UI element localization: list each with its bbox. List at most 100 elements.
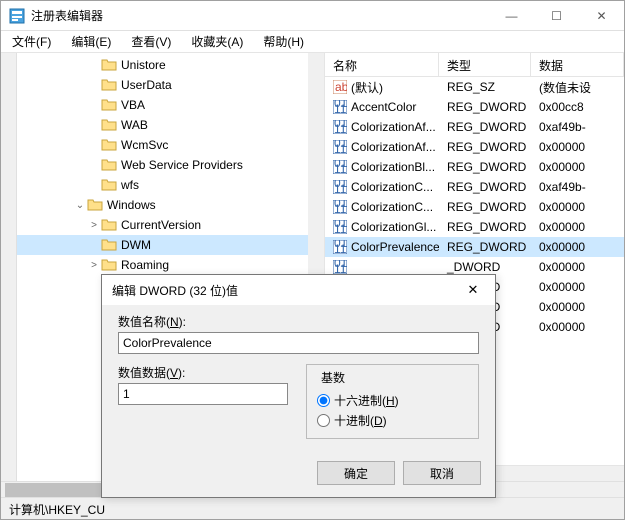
titlebar[interactable]: 注册表编辑器 — ☐ ✕ [1,1,624,31]
value-type-cell: REG_SZ [439,80,531,94]
menu-bar: 文件(F) 编辑(E) 查看(V) 收藏夹(A) 帮助(H) [1,31,624,53]
folder-icon [101,57,117,73]
value-data-cell: 0x00000 [531,280,624,294]
base-fieldset: 基数 十六进制(H) 十进制(D) [306,364,479,439]
tree-node-label: VBA [121,98,145,112]
radix-dec-radio[interactable] [317,414,330,427]
value-type-cell: REG_DWORD [439,160,531,174]
value-data-cell: 0x00000 [531,140,624,154]
tree-toggle-icon[interactable]: ⌄ [73,200,87,211]
menu-edit[interactable]: 编辑(E) [65,31,117,52]
radix-hex-row[interactable]: 十六进制(H) [317,390,468,410]
tree-node[interactable]: wfs [17,175,324,195]
dialog-close-button[interactable]: ✕ [461,282,485,298]
value-data-input[interactable] [118,383,288,405]
svg-text:110: 110 [334,262,347,274]
tree-node-label: UserData [121,78,172,92]
menu-favorites[interactable]: 收藏夹(A) [185,31,249,52]
folder-icon [101,77,117,93]
tree-node-label: WAB [121,118,148,132]
tree-node[interactable]: UserData [17,75,324,95]
value-name-label: 数值名称(N): [118,313,479,330]
left-scrollbar[interactable] [1,53,17,481]
dialog-title-text: 编辑 DWORD (32 位)值 [112,282,461,299]
folder-icon [101,257,117,273]
list-row[interactable]: 011110ColorizationC...REG_DWORD0xaf49b- [325,177,624,197]
close-button[interactable]: ✕ [579,1,624,30]
minimize-button[interactable]: — [489,1,534,30]
binary-value-icon: 011110 [333,200,347,214]
list-row[interactable]: 011110ColorizationAf...REG_DWORD0xaf49b- [325,117,624,137]
tree-node[interactable]: WAB [17,115,324,135]
list-row[interactable]: 011110AccentColorREG_DWORD0x00cc8 [325,97,624,117]
tree-node[interactable]: DWM [17,235,324,255]
tree-node-label: wfs [121,178,139,192]
string-value-icon: ab [333,80,347,94]
dialog-titlebar[interactable]: 编辑 DWORD (32 位)值 ✕ [102,275,495,305]
value-data-cell: 0x00000 [531,300,624,314]
folder-icon [101,137,117,153]
value-name-input[interactable] [118,332,479,354]
svg-text:110: 110 [334,102,347,114]
status-bar: 计算机\HKEY_CU [1,497,624,519]
list-row[interactable]: ab(默认)REG_SZ(数值未设 [325,77,624,97]
svg-text:110: 110 [334,202,347,214]
window-title: 注册表编辑器 [31,7,489,24]
folder-icon [101,117,117,133]
radix-dec-row[interactable]: 十进制(D) [317,410,468,430]
list-row[interactable]: 011110ColorizationGl...REG_DWORD0x00000 [325,217,624,237]
dialog-body: 数值名称(N): 数值数据(V): 基数 十六进制(H) 十进制(D) [102,305,495,461]
folder-icon [101,157,117,173]
ok-button[interactable]: 确定 [317,461,395,485]
tree-node[interactable]: Unistore [17,55,324,75]
value-name-cell: ColorPrevalence [351,240,439,254]
value-data-cell: 0x00000 [531,160,624,174]
col-header-name[interactable]: 名称 [325,53,439,76]
value-data-cell: 0x00000 [531,320,624,334]
value-data-cell: 0x00000 [531,260,624,274]
value-data-cell: 0xaf49b- [531,120,624,134]
maximize-button[interactable]: ☐ [534,1,579,30]
value-name-cell: ColorizationAf... [351,140,436,154]
svg-text:110: 110 [334,122,347,134]
list-row[interactable]: 011110ColorizationBl...REG_DWORD0x00000 [325,157,624,177]
folder-icon [87,197,103,213]
tree-node[interactable]: >CurrentVersion [17,215,324,235]
tree-toggle-icon[interactable]: > [87,260,101,271]
cancel-button[interactable]: 取消 [403,461,481,485]
list-row[interactable]: 011110ColorPrevalenceREG_DWORD0x00000 [325,237,624,257]
tree-toggle-icon[interactable]: > [87,220,101,231]
tree-node[interactable]: >Roaming [17,255,324,275]
menu-view[interactable]: 查看(V) [125,31,177,52]
edit-dword-dialog: 编辑 DWORD (32 位)值 ✕ 数值名称(N): 数值数据(V): 基数 … [101,274,496,498]
col-header-data[interactable]: 数据 [531,53,624,76]
value-data-label: 数值数据(V): [118,364,288,381]
value-data-cell: 0x00000 [531,240,624,254]
radix-hex-label: 十六进制(H) [334,392,399,409]
svg-text:110: 110 [334,222,347,234]
folder-icon [101,237,117,253]
value-name-cell: ColorizationC... [351,180,433,194]
tree-node[interactable]: Web Service Providers [17,155,324,175]
folder-icon [101,217,117,233]
col-header-type[interactable]: 类型 [439,53,531,76]
value-type-cell: REG_DWORD [439,120,531,134]
svg-text:110: 110 [334,162,347,174]
radix-hex-radio[interactable] [317,394,330,407]
tree-node[interactable]: VBA [17,95,324,115]
svg-text:ab: ab [335,80,347,94]
value-type-cell: REG_DWORD [439,100,531,114]
tree-node[interactable]: ⌄Windows [17,195,324,215]
folder-icon [101,177,117,193]
value-name-cell: ColorizationC... [351,200,433,214]
value-name-cell: (默认) [351,79,383,96]
tree-node[interactable]: WcmSvc [17,135,324,155]
app-icon [9,8,25,24]
value-type-cell: REG_DWORD [439,140,531,154]
dialog-buttons: 确定 取消 [102,461,495,497]
value-type-cell: REG_DWORD [439,200,531,214]
list-row[interactable]: 011110ColorizationC...REG_DWORD0x00000 [325,197,624,217]
list-row[interactable]: 011110ColorizationAf...REG_DWORD0x00000 [325,137,624,157]
menu-file[interactable]: 文件(F) [6,31,57,52]
menu-help[interactable]: 帮助(H) [257,31,310,52]
